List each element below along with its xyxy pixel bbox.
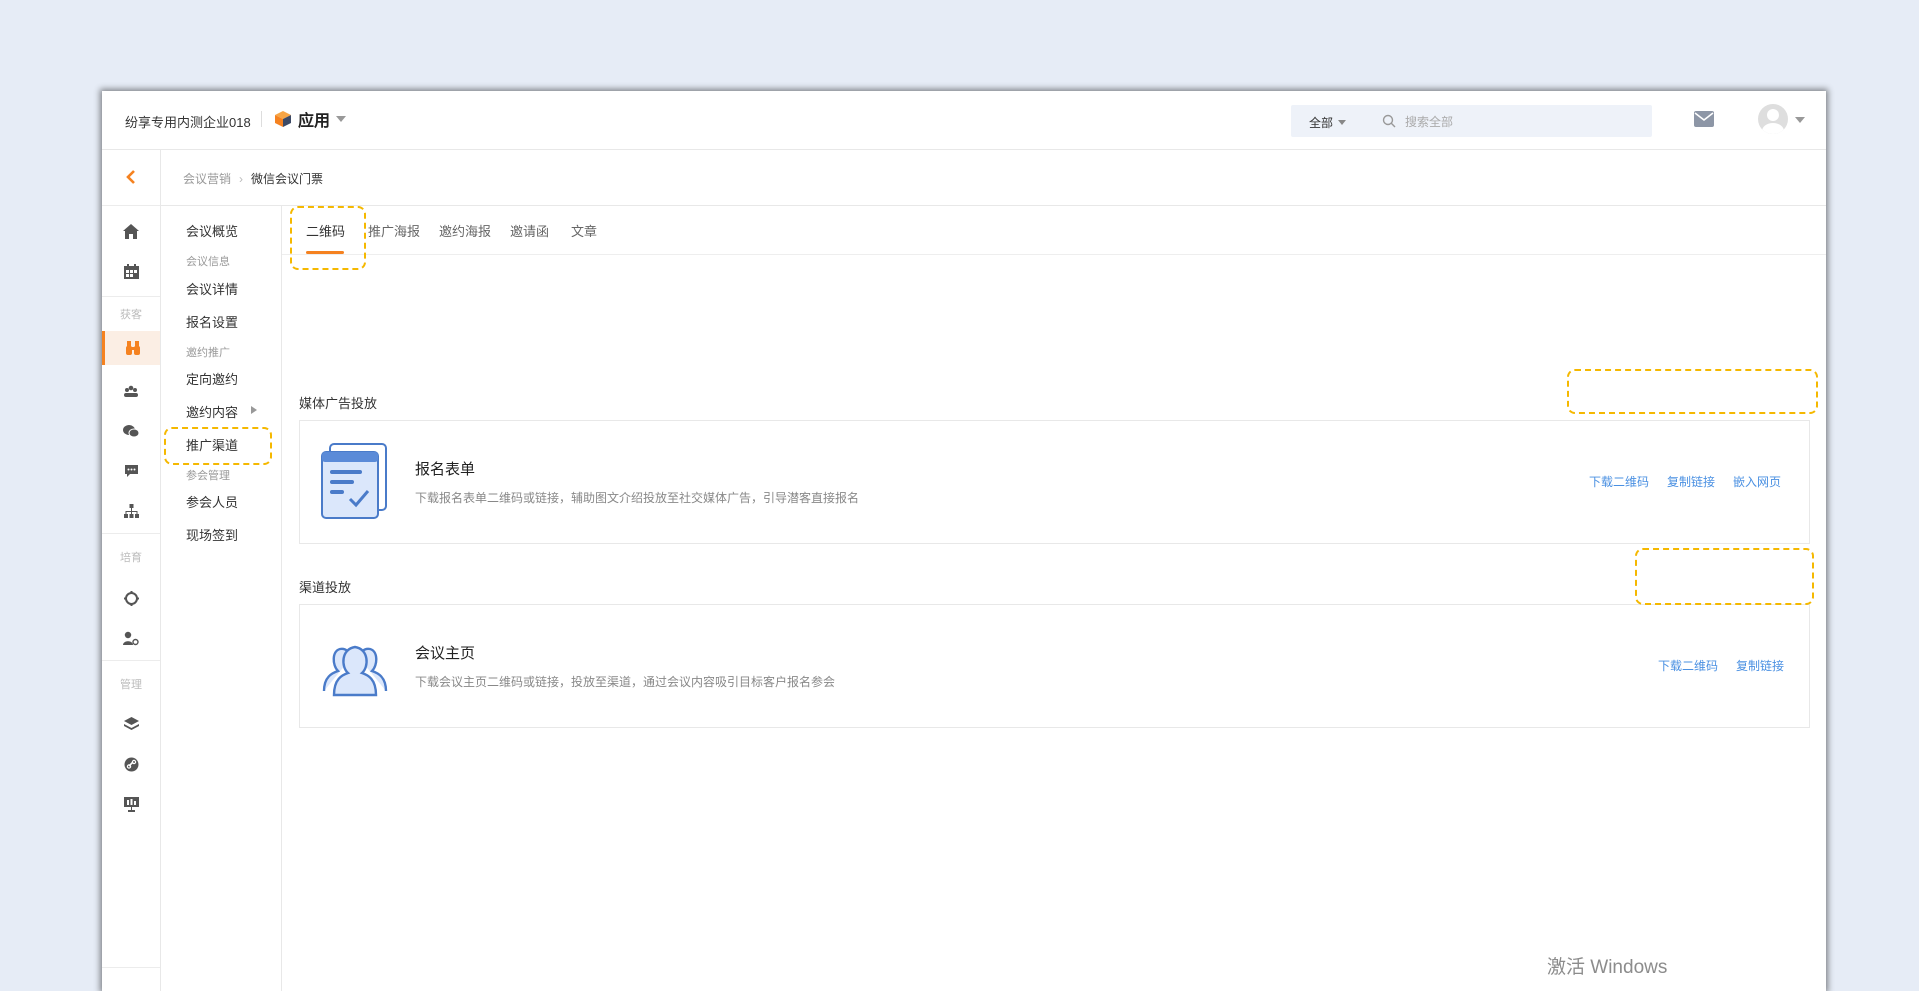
rail-wechat[interactable]: [102, 414, 160, 448]
user-icon: [1762, 109, 1784, 134]
rail-user-settings[interactable]: [102, 621, 160, 655]
card-actions: 下载二维码 复制链接: [1658, 657, 1784, 674]
rail-divider: [102, 660, 160, 661]
rail-org[interactable]: [102, 494, 160, 528]
subnav-item-attendees[interactable]: 参会人员: [186, 492, 238, 511]
card-description: 下载报名表单二维码或链接，辅助图文介绍投放至社交媒体广告，引导潜客直接报名: [415, 491, 860, 505]
rail-group-label: 管理: [120, 679, 142, 691]
card-description: 下载会议主页二维码或链接，投放至渠道，通过会议内容吸引目标客户报名参会: [415, 675, 836, 689]
caret-right-icon: [251, 406, 257, 414]
chevron-down-icon: [1338, 120, 1347, 125]
hierarchy-icon: [123, 503, 139, 518]
copy-link-link[interactable]: 复制链接: [1667, 473, 1715, 490]
global-search: 全部: [1291, 105, 1652, 137]
section-title-media: 媒体广告投放: [299, 396, 378, 411]
main-content: 二维码 推广海报 邀约海报 邀请函 文章 媒体广告投放 报名表单 下载报名表单二…: [282, 206, 1826, 991]
subnav-group-promotion: 邀约推广: [186, 347, 230, 359]
chat-icon: [124, 465, 138, 477]
link-icon: [124, 757, 138, 771]
card-actions: 下载二维码 复制链接 嵌入网页: [1589, 473, 1781, 490]
subnav-item-overview[interactable]: 会议概览: [186, 221, 238, 240]
rail-home[interactable]: [102, 214, 160, 248]
windows-activation-watermark: 激活 Windows: [1547, 957, 1668, 978]
icon-rail: 获客 培育 管理: [102, 150, 161, 991]
rail-divider: [102, 533, 160, 534]
search-input[interactable]: [1403, 110, 1637, 134]
subnav-item-checkin[interactable]: 现场签到: [186, 525, 238, 544]
active-tab-indicator: [306, 251, 344, 254]
form-document-icon: [321, 443, 387, 519]
copy-link-link[interactable]: 复制链接: [1736, 657, 1784, 674]
tab-promo-poster[interactable]: 推广海报: [368, 221, 420, 240]
subnav-item-details[interactable]: 会议详情: [186, 279, 238, 298]
rail-link[interactable]: [102, 747, 160, 781]
rail-presentation[interactable]: [102, 787, 160, 821]
card-registration-form: 报名表单 下载报名表单二维码或链接，辅助图文介绍投放至社交媒体广告，引导潜客直接…: [299, 420, 1810, 544]
company-name: 纷享专用内测企业018: [125, 115, 251, 130]
subnav-item-channels[interactable]: 推广渠道: [186, 435, 238, 454]
tab-invitation[interactable]: 邀请函: [510, 221, 549, 240]
rail-divider: [102, 296, 160, 297]
rail-calendar[interactable]: [102, 254, 160, 288]
people-icon: [124, 385, 138, 397]
home-icon: [123, 223, 139, 239]
rail-audience[interactable]: [102, 374, 160, 408]
header-divider: [261, 111, 262, 127]
rail-layers[interactable]: [102, 707, 160, 741]
rail-group-label: 获客: [120, 309, 142, 321]
user-gear-icon: [123, 631, 139, 645]
chevron-left-icon: [126, 170, 135, 184]
mail-icon[interactable]: [1694, 111, 1714, 127]
card-meeting-homepage: 会议主页 下载会议主页二维码或链接，投放至渠道，通过会议内容吸引目标客户报名参会…: [299, 604, 1810, 728]
breadcrumb-bar: 会议营销 › 微信会议门票: [161, 150, 1826, 206]
wechat-icon: [123, 425, 139, 438]
card-title: 会议主页: [415, 645, 476, 662]
calendar-icon: [123, 263, 139, 279]
subnav-group-info: 会议信息: [186, 256, 230, 268]
rail-divider: [102, 205, 160, 206]
breadcrumb-current: 微信会议门票: [251, 172, 324, 186]
card-title: 报名表单: [415, 461, 476, 478]
layers-icon: [123, 717, 139, 730]
top-header: 纷享专用内测企业018 应用 全部: [102, 91, 1826, 150]
rail-divider: [102, 967, 160, 968]
section-title-channel: 渠道投放: [299, 580, 352, 595]
tab-qrcode[interactable]: 二维码: [306, 221, 345, 240]
subnav-item-registration[interactable]: 报名设置: [186, 312, 238, 331]
user-avatar[interactable]: [1758, 104, 1788, 134]
rail-messages[interactable]: [102, 454, 160, 488]
app-window: 纷享专用内测企业018 应用 全部 搜索全部 会议营销 › 微信会议门票 获客 …: [102, 91, 1826, 991]
embed-webpage-link[interactable]: 嵌入网页: [1733, 473, 1781, 490]
target-icon: [123, 590, 139, 606]
users-group-icon: [322, 645, 388, 697]
rail-group-label: 培育: [120, 552, 142, 564]
breadcrumb: 会议营销 › 微信会议门票: [183, 170, 323, 187]
chevron-down-icon[interactable]: [1795, 117, 1805, 123]
search-scope-label: 全部: [1309, 116, 1334, 130]
rail-nurture[interactable]: [102, 581, 160, 615]
binoculars-icon: [125, 341, 140, 355]
tab-article[interactable]: 文章: [571, 221, 597, 240]
app-menu-button[interactable]: 应用: [274, 107, 347, 131]
breadcrumb-parent[interactable]: 会议营销: [183, 170, 231, 187]
download-qrcode-link[interactable]: 下载二维码: [1658, 657, 1718, 674]
app-menu-label: 应用: [298, 113, 331, 130]
secondary-nav: 会议概览 会议信息 会议详情 报名设置 邀约推广 定向邀约 邀约内容 推广渠道 …: [161, 206, 282, 991]
presentation-icon: [123, 796, 139, 812]
breadcrumb-separator: ›: [239, 171, 244, 186]
content-tabs: 二维码 推广海报 邀约海报 邀请函 文章: [282, 206, 1826, 255]
search-scope-dropdown[interactable]: 全部: [1309, 114, 1347, 131]
search-icon: [1382, 114, 1396, 128]
rail-acquire[interactable]: [102, 331, 160, 365]
download-qrcode-link[interactable]: 下载二维码: [1589, 473, 1649, 490]
back-button[interactable]: [102, 160, 160, 194]
cube-icon: [275, 111, 291, 127]
subnav-item-targeted-invite[interactable]: 定向邀约: [186, 369, 238, 388]
subnav-item-invite-content[interactable]: 邀约内容: [186, 402, 238, 421]
subnav-group-attendance: 参会管理: [186, 470, 230, 482]
tab-invite-poster[interactable]: 邀约海报: [439, 221, 491, 240]
chevron-down-icon: [336, 116, 347, 122]
